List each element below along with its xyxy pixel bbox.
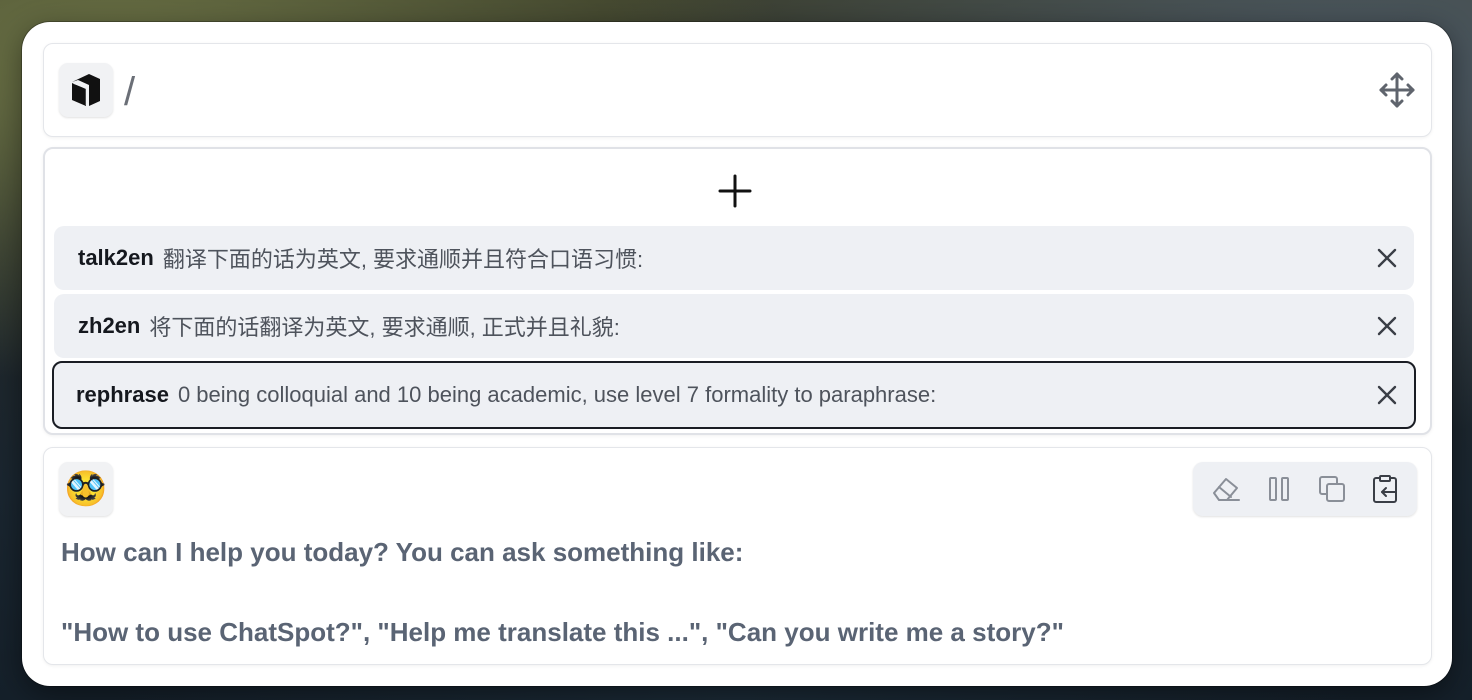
move-window-button[interactable]	[1377, 70, 1417, 110]
command-input[interactable]: /	[124, 70, 135, 114]
plus-icon	[718, 174, 752, 208]
prompt-list-panel: talk2en 翻译下面的话为英文, 要求通顺并且符合口语习惯: zh2en 将…	[43, 147, 1432, 435]
prompt-item-rephrase[interactable]: rephrase 0 being colloquial and 10 being…	[52, 361, 1416, 429]
book-logo-icon	[72, 74, 100, 106]
app-window: / talk2en 翻译下面的话为英文, 要求通顺并且符合口语习惯: zh2en…	[22, 22, 1452, 686]
app-logo[interactable]	[59, 63, 113, 117]
command-bar: /	[43, 43, 1432, 137]
paste-icon	[1372, 475, 1397, 503]
pause-icon	[1268, 477, 1289, 501]
delete-prompt-button[interactable]	[1374, 382, 1400, 408]
clear-button[interactable]	[1206, 469, 1246, 509]
chat-message: How can I help you today? You can ask so…	[61, 532, 1401, 652]
prompt-item-talk2en[interactable]: talk2en 翻译下面的话为英文, 要求通顺并且符合口语习惯:	[54, 226, 1414, 290]
close-icon	[1377, 248, 1397, 268]
delete-prompt-button[interactable]	[1374, 313, 1400, 339]
example-questions: "How to use ChatSpot?", "Help me transla…	[61, 617, 1064, 647]
close-icon	[1377, 385, 1397, 405]
add-prompt-button[interactable]	[715, 171, 755, 211]
paste-button[interactable]	[1365, 469, 1405, 509]
prompt-text: 翻译下面的话为英文, 要求通顺并且符合口语习惯:	[162, 247, 644, 272]
eraser-icon	[1212, 478, 1240, 501]
pause-button[interactable]	[1259, 469, 1299, 509]
prompt-name: talk2en	[78, 245, 154, 270]
copy-button[interactable]	[1312, 469, 1352, 509]
chat-panel: 🥸 How can I help you today? You can ask …	[43, 447, 1432, 665]
delete-prompt-button[interactable]	[1374, 245, 1400, 271]
greeting-text: How can I help you today? You can ask so…	[61, 537, 744, 567]
prompt-text: 0 being colloquial and 10 being academic…	[177, 382, 937, 407]
move-arrows-icon	[1379, 72, 1415, 108]
prompt-item-zh2en[interactable]: zh2en 将下面的话翻译为英文, 要求通顺, 正式并且礼貌:	[54, 294, 1414, 358]
prompt-text: 将下面的话翻译为英文, 要求通顺, 正式并且礼貌:	[149, 315, 620, 340]
prompt-name: zh2en	[78, 313, 141, 338]
chat-toolbar	[1193, 462, 1417, 516]
assistant-avatar: 🥸	[59, 462, 113, 516]
close-icon	[1377, 316, 1397, 336]
copy-icon	[1318, 476, 1345, 502]
prompt-name: rephrase	[76, 382, 169, 407]
